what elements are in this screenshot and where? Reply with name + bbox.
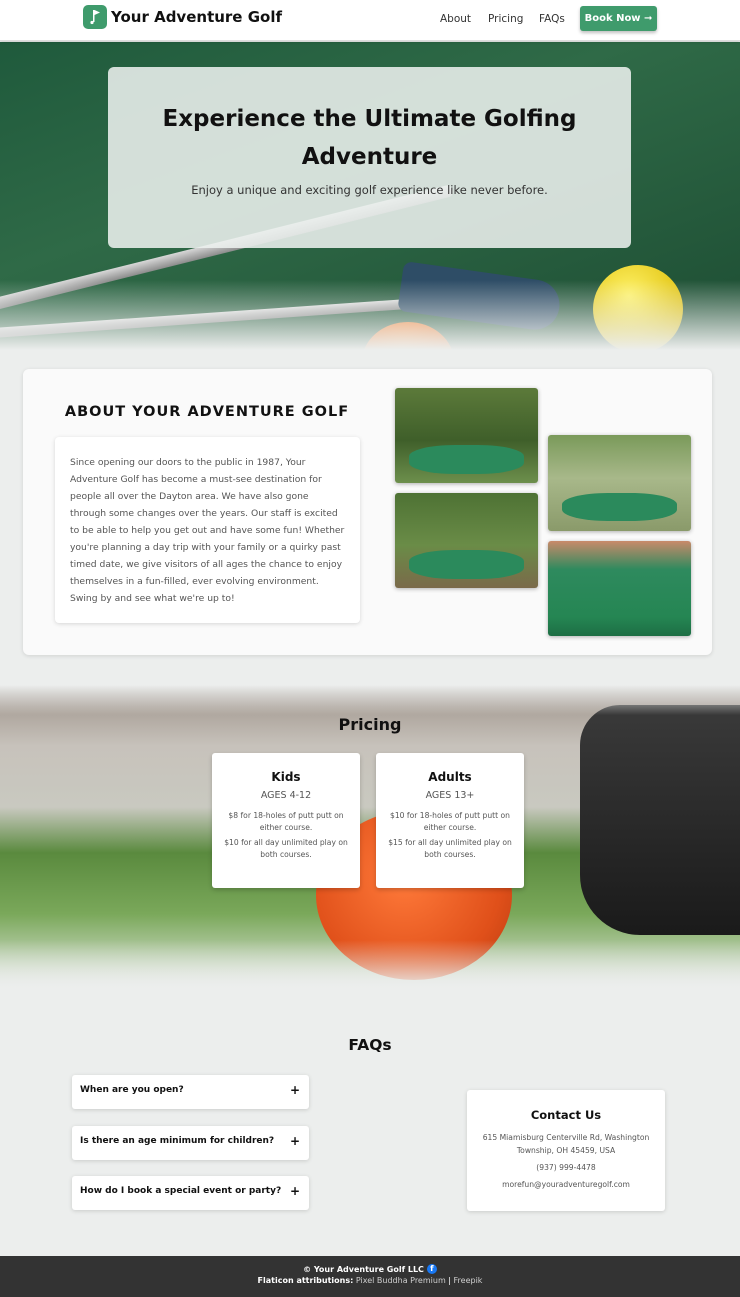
brand-name[interactable]: Your Adventure Golf [111, 8, 282, 26]
about-section: ABOUT YOUR ADVENTURE GOLF Since opening … [23, 369, 712, 655]
contact-email[interactable]: morefun@youradventuregolf.com [467, 1178, 665, 1191]
price-card-ages: AGES 4-12 [260, 790, 312, 801]
footer-copyright: © Your Adventure Golf LLC [303, 1264, 424, 1274]
price-card-adults: Adults AGES 13+ $10 for 18-holes of putt… [376, 753, 524, 888]
about-text: Since opening our doors to the public in… [55, 437, 360, 623]
footer-separator: | [448, 1276, 451, 1285]
faq-item[interactable]: How do I book a special event or party? … [72, 1176, 309, 1210]
faq-item[interactable]: When are you open? + [72, 1075, 309, 1109]
faq-question: When are you open? [80, 1085, 184, 1095]
pricing-section: Pricing Kids AGES 4-12 $8 for 18-holes o… [0, 685, 740, 990]
price-card-ages: AGES 13+ [425, 790, 475, 801]
price-card-kids: Kids AGES 4-12 $8 for 18-holes of putt p… [212, 753, 360, 888]
facebook-icon[interactable]: f [426, 1264, 437, 1274]
nav-link-pricing[interactable]: Pricing [488, 13, 523, 25]
course-photo [548, 541, 691, 636]
nav-link-about[interactable]: About [440, 13, 471, 25]
plus-icon[interactable]: + [290, 1083, 300, 1097]
faq-item[interactable]: Is there an age minimum for children? + [72, 1126, 309, 1160]
price-line: $8 for 18-holes of putt putt on either c… [228, 811, 344, 832]
price-card-name: Kids [271, 770, 301, 784]
footer-attribution-label: Flaticon attributions: [257, 1276, 354, 1285]
book-now-button[interactable]: Book Now ➞ [580, 6, 657, 31]
footer-link-pixel-buddha[interactable]: Pixel Buddha Premium [356, 1276, 446, 1285]
course-photo [395, 388, 538, 483]
price-line: $15 for all day unlimited play on both c… [388, 838, 512, 859]
footer: © Your Adventure Golf LLC f Flaticon att… [0, 1256, 740, 1297]
price-line: $10 for all day unlimited play on both c… [224, 838, 348, 859]
faq-question: Is there an age minimum for children? [80, 1136, 275, 1146]
hero-subtitle: Enjoy a unique and exciting golf experie… [191, 183, 548, 197]
price-card-name: Adults [428, 770, 472, 784]
contact-phone[interactable]: (937) 999-4478 [467, 1161, 665, 1174]
faq-question: How do I book a special event or party? [80, 1186, 282, 1196]
contact-title: Contact Us [530, 1108, 602, 1122]
navbar: Your Adventure Golf About Pricing FAQs B… [0, 0, 740, 41]
course-photo [395, 493, 538, 588]
pricing-title: Pricing [338, 715, 402, 734]
contact-card: Contact Us 615 Miamisburg Centerville Rd… [467, 1090, 665, 1211]
hero-title: Experience the Ultimate Golfing Adventur… [162, 106, 577, 170]
plus-icon[interactable]: + [290, 1134, 300, 1148]
hero-card: Experience the Ultimate Golfing Adventur… [108, 67, 631, 248]
price-line: $10 for 18-holes of putt putt on either … [390, 811, 510, 832]
pricing-bg-putter [580, 705, 740, 935]
footer-link-freepik[interactable]: Freepik [454, 1276, 483, 1285]
course-photo [548, 435, 691, 531]
nav-link-faqs[interactable]: FAQs [539, 13, 565, 25]
contact-address: 615 Miamisburg Centerville Rd, Washingto… [482, 1133, 650, 1155]
plus-icon[interactable]: + [290, 1184, 300, 1198]
golf-flag-icon[interactable] [83, 5, 107, 29]
about-title: ABOUT YOUR ADVENTURE GOLF [64, 404, 350, 420]
faq-title: FAQs [348, 1036, 392, 1054]
